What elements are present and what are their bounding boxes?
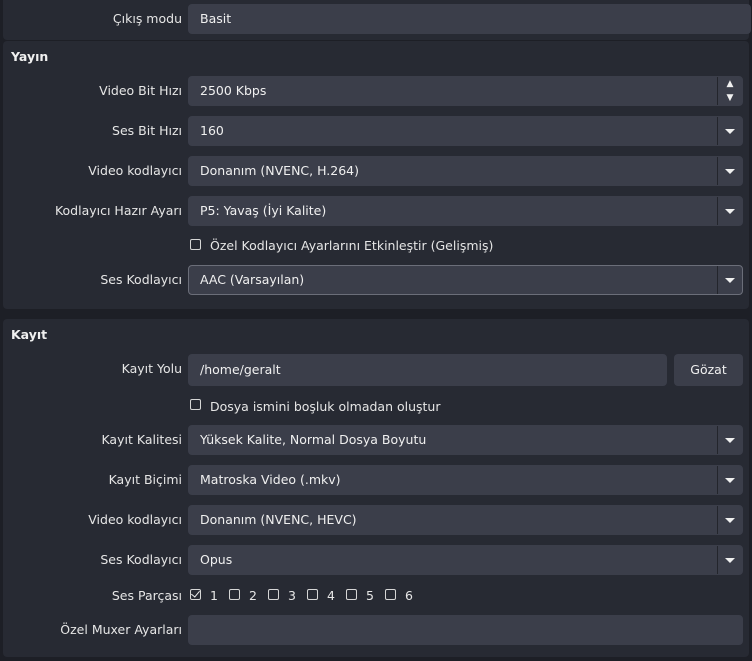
recording-audio-encoder-label: Ses Kodlayıcı <box>100 552 182 567</box>
stream-video-encoder-label: Video kodlayıcı <box>88 163 182 178</box>
audio-track-1-label[interactable]: 1 <box>210 588 218 603</box>
output-mode-label: Çıkış modu <box>112 11 182 26</box>
audio-track-1-checkbox[interactable] <box>190 589 201 600</box>
video-bitrate-label: Video Bit Hızı <box>99 83 182 98</box>
audio-bitrate-value: 160 <box>200 123 224 138</box>
video-bitrate-spin-buttons[interactable]: ▲ ▼ <box>717 77 742 105</box>
recording-section-title: Kayıt <box>11 327 48 342</box>
recording-audio-encoder-value: Opus <box>200 552 233 567</box>
audio-track-6-label[interactable]: 6 <box>405 588 413 603</box>
chevron-down-icon[interactable] <box>717 466 742 494</box>
output-mode-value: Basit <box>200 11 232 26</box>
recording-quality-select[interactable]: Yüksek Kalite, Normal Dosya Boyutu <box>188 425 743 455</box>
audio-track-2-checkbox[interactable] <box>229 589 240 600</box>
chevron-down-icon[interactable] <box>717 426 742 454</box>
audio-track-4-label[interactable]: 4 <box>327 588 335 603</box>
custom-encoder-checkbox[interactable] <box>190 239 201 250</box>
recording-audio-encoder-select[interactable]: Opus <box>188 545 743 575</box>
stream-video-encoder-select[interactable]: Donanım (NVENC, H.264) <box>188 156 743 186</box>
audio-track-6-checkbox[interactable] <box>385 589 396 600</box>
audio-bitrate-select[interactable]: 160 <box>188 116 743 146</box>
custom-encoder-checkbox-label[interactable]: Özel Kodlayıcı Ayarlarını Etkinleştir (G… <box>210 238 493 253</box>
audio-track-4-checkbox[interactable] <box>307 589 318 600</box>
browse-button[interactable]: Gözat <box>674 354 743 386</box>
chevron-up-icon[interactable]: ▲ <box>718 77 742 91</box>
video-bitrate-value: 2500 Kbps <box>200 83 267 98</box>
stream-video-encoder-value: Donanım (NVENC, H.264) <box>200 163 359 178</box>
no-space-filename-checkbox-label[interactable]: Dosya ismini boşluk olmadan oluştur <box>210 399 441 414</box>
output-mode-select[interactable]: Basit <box>188 4 751 34</box>
recording-format-select[interactable]: Matroska Video (.mkv) <box>188 465 743 495</box>
audio-tracks-label: Ses Parçası <box>111 588 182 603</box>
audio-track-3-checkbox[interactable] <box>268 589 279 600</box>
recording-video-encoder-value: Donanım (NVENC, HEVC) <box>200 512 357 527</box>
audio-track-5-checkbox[interactable] <box>346 589 357 600</box>
recording-video-encoder-select[interactable]: Donanım (NVENC, HEVC) <box>188 505 743 535</box>
audio-track-3-label[interactable]: 3 <box>288 588 296 603</box>
chevron-down-icon[interactable]: ▼ <box>718 91 742 105</box>
audio-track-2-label[interactable]: 2 <box>249 588 257 603</box>
recording-quality-label: Kayıt Kalitesi <box>101 432 182 447</box>
muxer-settings-label: Özel Muxer Ayarları <box>60 622 182 637</box>
recording-quality-value: Yüksek Kalite, Normal Dosya Boyutu <box>200 432 427 447</box>
encoder-preset-label: Kodlayıcı Hazır Ayarı <box>54 203 182 218</box>
recording-format-value: Matroska Video (.mkv) <box>200 472 341 487</box>
chevron-down-icon[interactable] <box>717 546 742 574</box>
stream-audio-encoder-label: Ses Kodlayıcı <box>100 272 182 287</box>
chevron-down-icon[interactable] <box>717 157 742 185</box>
chevron-down-icon[interactable] <box>717 117 742 145</box>
recording-video-encoder-label: Video kodlayıcı <box>88 512 182 527</box>
recording-format-label: Kayıt Biçimi <box>108 472 182 487</box>
stream-audio-encoder-select[interactable]: AAC (Varsayılan) <box>188 265 743 295</box>
muxer-settings-input[interactable] <box>188 615 743 645</box>
recording-path-label: Kayıt Yolu <box>121 361 182 376</box>
audio-bitrate-label: Ses Bit Hızı <box>112 123 182 138</box>
video-bitrate-spinbox[interactable]: 2500 Kbps ▲ ▼ <box>188 76 743 106</box>
chevron-down-icon[interactable] <box>717 266 742 294</box>
chevron-down-icon[interactable] <box>717 197 742 225</box>
encoder-preset-select[interactable]: P5: Yavaş (İyi Kalite) <box>188 196 743 226</box>
encoder-preset-value: P5: Yavaş (İyi Kalite) <box>200 203 327 218</box>
recording-path-input[interactable]: /home/geralt <box>188 354 667 386</box>
recording-path-value: /home/geralt <box>200 362 281 377</box>
audio-track-5-label[interactable]: 5 <box>366 588 374 603</box>
chevron-down-icon[interactable] <box>717 506 742 534</box>
stream-audio-encoder-value: AAC (Varsayılan) <box>200 272 305 287</box>
no-space-filename-checkbox[interactable] <box>190 399 201 410</box>
stream-section-title: Yayın <box>11 49 49 64</box>
